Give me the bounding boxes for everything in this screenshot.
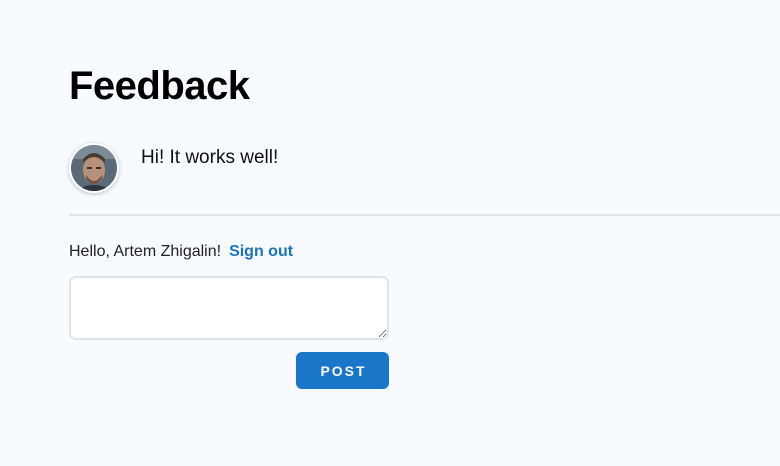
greeting-row: Hello, Artem Zhigalin! Sign out [69, 241, 293, 263]
comment-text: Hi! It works well! [141, 147, 279, 168]
greeting-text: Hello, Artem Zhigalin! [69, 243, 222, 260]
user-avatar-icon [71, 145, 117, 191]
avatar [69, 143, 119, 193]
post-button[interactable]: POST [296, 352, 389, 389]
divider [69, 214, 780, 216]
page-title: Feedback [69, 64, 250, 108]
comment-item: Hi! It works well! [69, 143, 278, 193]
feedback-textarea[interactable] [69, 276, 389, 340]
sign-out-link[interactable]: Sign out [229, 243, 293, 260]
